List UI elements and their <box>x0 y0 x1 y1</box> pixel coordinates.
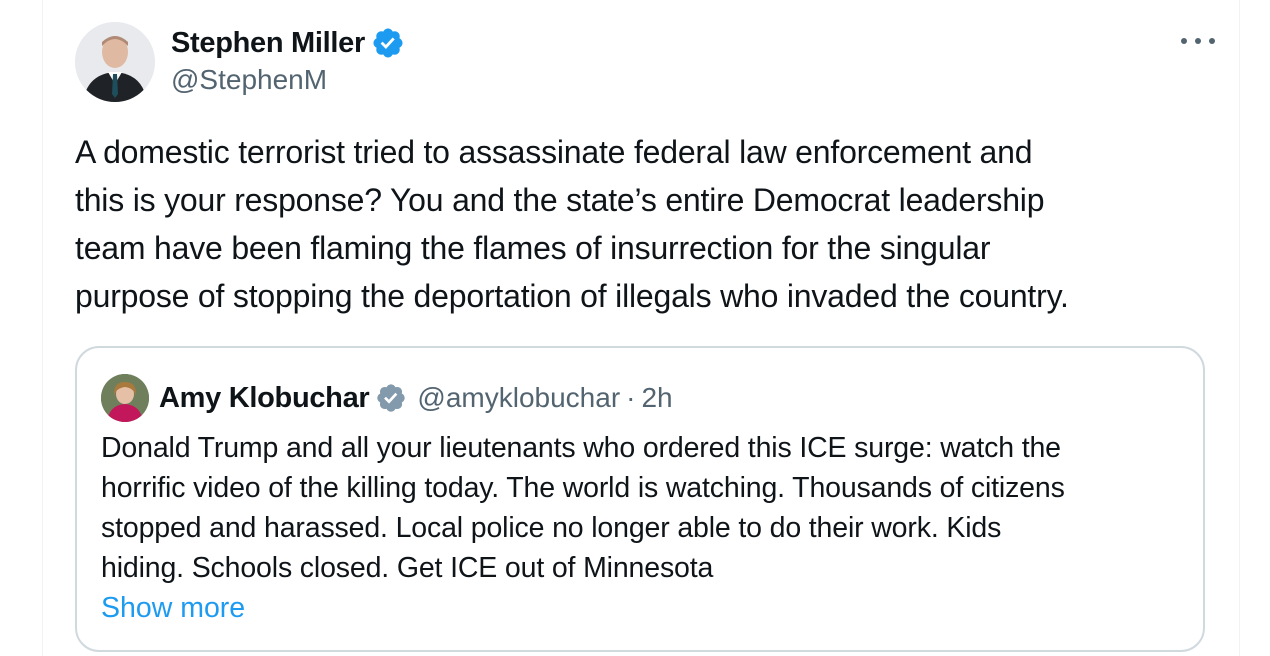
tweet[interactable]: Stephen Miller @StephenM A domestic terr… <box>75 20 1215 320</box>
quoted-tweet-header: Amy Klobuchar @amyklobuchar · 2h <box>101 374 673 422</box>
author-block: Stephen Miller @StephenM <box>171 24 405 96</box>
more-options-button[interactable] <box>1181 34 1215 48</box>
verified-badge-gray-icon <box>377 384 406 412</box>
verified-badge-icon <box>373 28 403 58</box>
more-dot-icon <box>1181 38 1187 44</box>
show-more-link[interactable]: Show more <box>101 588 245 628</box>
separator-dot: · <box>626 382 636 413</box>
avatar[interactable] <box>75 22 155 102</box>
more-dot-icon <box>1195 38 1201 44</box>
quoted-avatar[interactable] <box>101 374 149 422</box>
timeline-border-left <box>42 0 43 656</box>
author-handle[interactable]: @StephenM <box>171 64 405 96</box>
more-dot-icon <box>1209 38 1215 44</box>
quoted-author-display-name[interactable]: Amy Klobuchar <box>159 382 370 415</box>
quoted-tweet-text: Donald Trump and all your lieutenants wh… <box>101 432 1065 584</box>
author-name-row: Stephen Miller <box>171 24 405 62</box>
quoted-author-handle[interactable]: @amyklobuchar <box>417 382 620 414</box>
quoted-timestamp[interactable]: 2h <box>641 382 672 414</box>
author-display-name[interactable]: Stephen Miller <box>171 27 365 60</box>
tweet-text: A domestic terrorist tried to assassinat… <box>75 134 1069 314</box>
tweet-header: Stephen Miller @StephenM <box>75 20 1215 104</box>
quoted-tweet[interactable]: Amy Klobuchar @amyklobuchar · 2h Donald … <box>75 346 1205 652</box>
timeline-border-right <box>1239 0 1240 656</box>
